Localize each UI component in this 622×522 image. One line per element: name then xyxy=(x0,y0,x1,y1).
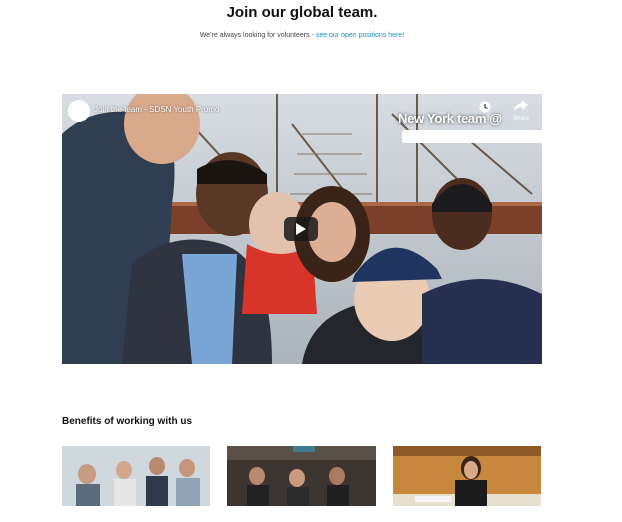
promo-video-player[interactable]: Join the team - SDSN Youth Promo Watch l… xyxy=(62,94,542,364)
video-overlay-bar xyxy=(402,130,542,143)
share-label[interactable]: Share xyxy=(513,116,529,122)
page-subtitle: We're always looking for volunteers - se… xyxy=(0,32,604,39)
share-icon[interactable] xyxy=(514,100,528,112)
benefit-image-2 xyxy=(227,446,376,506)
benefit-image-3 xyxy=(393,446,541,506)
play-button[interactable] xyxy=(284,217,318,241)
subtitle-text: We're always looking for volunteers - xyxy=(199,32,316,39)
page-title: Join our global team. xyxy=(226,4,378,21)
play-icon xyxy=(296,223,306,235)
benefit-image-1 xyxy=(62,446,210,506)
video-title[interactable]: Join the team - SDSN Youth Promo xyxy=(94,105,219,114)
channel-avatar[interactable] xyxy=(68,100,90,122)
benefits-heading: Benefits of working with us xyxy=(62,416,193,427)
video-overlay-text: New York team @ xyxy=(398,111,502,126)
open-positions-link[interactable]: see our open positions here! xyxy=(316,32,404,39)
